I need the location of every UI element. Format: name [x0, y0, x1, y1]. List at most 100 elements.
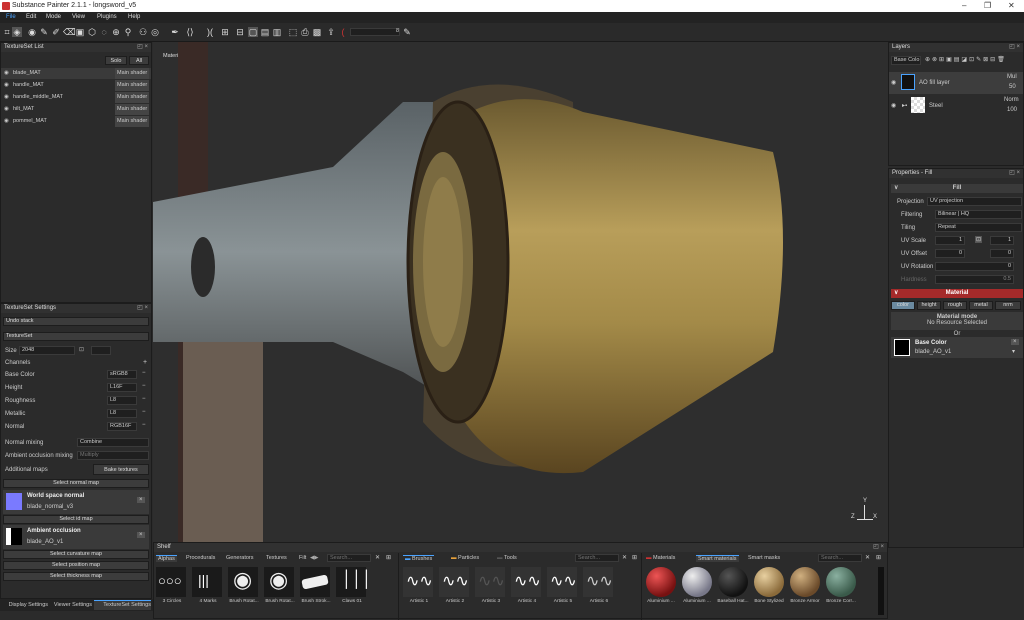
- link-icon[interactable]: ⊡: [975, 236, 983, 243]
- minimize-button[interactable]: –: [962, 1, 966, 10]
- textureset-item[interactable]: ◉ blade_MAT Main shader: [1, 68, 151, 79]
- alpha-thumb[interactable]: ○○○: [156, 567, 186, 597]
- close-button[interactable]: ✕: [1008, 1, 1015, 10]
- folder-icon[interactable]: ▸▪: [902, 102, 907, 109]
- symmetry-icon[interactable]: ⚇: [138, 27, 148, 37]
- tab-smart-masks[interactable]: Smart masks: [748, 555, 780, 561]
- bake-textures-button[interactable]: Bake textures: [93, 464, 149, 475]
- uv-scale-slider-2[interactable]: 1: [990, 236, 1014, 245]
- panel-options-icon[interactable]: ◰ ×: [1009, 43, 1020, 52]
- screenshot-icon[interactable]: ⎙: [300, 27, 310, 37]
- menu-plugins[interactable]: Plugins: [97, 14, 117, 20]
- shader-dropdown[interactable]: Main shader: [115, 104, 150, 115]
- world-space-normal-slot[interactable]: World space normal blade_normal_v3 ×: [3, 490, 149, 514]
- tab-tools[interactable]: ▬ Tools: [497, 555, 517, 561]
- hardness-slider[interactable]: 0.5: [935, 275, 1014, 284]
- tab-materials[interactable]: ▬ Materials: [646, 555, 675, 561]
- channel-format-dropdown[interactable]: L8: [107, 409, 137, 418]
- textureset-item[interactable]: ◉ hilt_MAT Main shader: [1, 104, 151, 115]
- projection-dropdown[interactable]: UV projection: [927, 197, 1022, 206]
- menu-mode[interactable]: Mode: [46, 14, 61, 20]
- material-sphere[interactable]: [790, 567, 820, 597]
- ambient-occlusion-slot[interactable]: Ambient occlusion blade_AO_v1 ×: [3, 525, 149, 549]
- clone-icon[interactable]: ⊕: [111, 27, 121, 37]
- box-icon[interactable]: ⬚: [288, 27, 298, 37]
- channel-dropdown[interactable]: Base Colo: [891, 56, 921, 65]
- eye-icon[interactable]: ◉: [4, 68, 9, 79]
- alpha-thumb[interactable]: |||: [192, 567, 222, 597]
- layer-visibility-icon[interactable]: ◉: [891, 102, 896, 109]
- textureset-item[interactable]: ◉ pommel_MAT Main shader: [1, 116, 151, 127]
- shader-dropdown[interactable]: Main shader: [115, 80, 150, 91]
- textureset-item[interactable]: ◉ handle_middle_MAT Main shader: [1, 92, 151, 103]
- align-icon[interactable]: ⊞: [220, 27, 230, 37]
- layer-tool-icons[interactable]: ⊕⊗⊞▣▤◪⊡✎⊠⊟🗑: [925, 56, 1007, 63]
- alpha-thumb[interactable]: │││: [336, 567, 372, 597]
- menu-file[interactable]: File: [6, 14, 16, 20]
- collapse-icon[interactable]: ∨: [894, 184, 898, 193]
- eye-icon[interactable]: ◉: [4, 92, 9, 103]
- clear-slot-icon[interactable]: ×: [137, 532, 145, 538]
- textureset-item[interactable]: ◉ handle_MAT Main shader: [1, 80, 151, 91]
- tab-textures[interactable]: Textures: [266, 555, 287, 561]
- brush-thumb[interactable]: ∿∿: [547, 567, 577, 597]
- tab-viewer-settings[interactable]: Viewer Settings: [48, 602, 92, 608]
- link-icon[interactable]: ⊡: [79, 346, 84, 353]
- base-color-slot[interactable]: Base Color blade_AO_v1 × ▾: [891, 337, 1023, 358]
- material-sphere[interactable]: [682, 567, 712, 597]
- alpha-thumb[interactable]: [300, 567, 330, 597]
- shelf-scrollbar[interactable]: [878, 567, 884, 615]
- tab-alphas[interactable]: Alphas: [156, 555, 177, 562]
- layer-row[interactable]: ◉ AO fill layer Mul 50: [889, 72, 1023, 94]
- material-sphere[interactable]: [718, 567, 748, 597]
- grid-icon[interactable]: ⊟: [235, 27, 245, 37]
- add-channel-icon[interactable]: +: [143, 359, 147, 366]
- brushes-search-input[interactable]: Search...: [575, 554, 619, 562]
- view-2d-icon[interactable]: ▥: [272, 27, 282, 37]
- filtering-dropdown[interactable]: Bilinear | HQ: [935, 210, 1022, 219]
- size-field-2[interactable]: [91, 346, 111, 355]
- channel-format-dropdown[interactable]: L16F: [107, 383, 137, 392]
- tab-particles[interactable]: ▬ Particles: [451, 555, 479, 561]
- menu-view[interactable]: View: [72, 14, 85, 20]
- record-icon[interactable]: (: [338, 27, 348, 37]
- lazy-mouse-icon[interactable]: ◎: [150, 27, 160, 37]
- tab-brushes[interactable]: ▬ Brushes: [403, 555, 435, 562]
- channel-format-dropdown[interactable]: L8: [107, 396, 137, 405]
- channel-height-button[interactable]: height: [917, 301, 941, 310]
- tab-generators[interactable]: Generators: [226, 555, 254, 561]
- size-dropdown[interactable]: 2048: [19, 346, 75, 355]
- panel-options-icon[interactable]: ◰ ×: [873, 543, 884, 552]
- shader-dropdown[interactable]: Main shader: [115, 92, 150, 103]
- eye-icon[interactable]: ◉: [4, 80, 9, 91]
- brush-thumb[interactable]: ∿∿: [583, 567, 613, 597]
- menu-edit[interactable]: Edit: [26, 14, 36, 20]
- eraser-icon[interactable]: ⌫: [63, 27, 76, 37]
- material-sphere[interactable]: [826, 567, 856, 597]
- remove-channel-icon[interactable]: −: [142, 370, 146, 376]
- ao-mixing-dropdown[interactable]: Multiply: [77, 451, 149, 460]
- tab-procedurals[interactable]: Procedurals: [186, 555, 215, 561]
- channel-format-dropdown[interactable]: RGB16F: [107, 422, 137, 431]
- picker-icon[interactable]: ⚲: [123, 27, 133, 37]
- alphas-search-input[interactable]: Search...: [327, 554, 371, 562]
- channel-rough-button[interactable]: rough: [943, 301, 967, 310]
- material-section-header[interactable]: ∨ Material: [891, 289, 1023, 298]
- maximize-button[interactable]: ❐: [984, 1, 991, 10]
- shader-dropdown[interactable]: Main shader: [115, 68, 150, 79]
- brush-thumb[interactable]: ∿∿: [403, 567, 433, 597]
- layer-opacity[interactable]: 50: [1009, 84, 1016, 90]
- brush-thumb[interactable]: ∿∿: [475, 567, 505, 597]
- undo-stack-button[interactable]: Undo stack: [3, 317, 149, 326]
- tab-smart-materials[interactable]: Smart materials: [696, 555, 739, 562]
- solo-button[interactable]: Solo: [105, 56, 127, 65]
- layer-row[interactable]: ◉ ▸▪ Steel Norm 100: [889, 95, 1023, 117]
- grid-view-icon[interactable]: ⊞: [386, 554, 391, 561]
- mirror-y-icon[interactable]: )(: [205, 27, 215, 37]
- close-search-icon[interactable]: ✕: [622, 554, 627, 561]
- tab-scroll-icon[interactable]: ◀▶: [310, 555, 318, 561]
- alpha-thumb[interactable]: ◉: [228, 567, 258, 597]
- projection-icon[interactable]: ▣: [75, 27, 85, 37]
- smudge-icon[interactable]: ◌: [99, 27, 109, 37]
- channel-color-button[interactable]: color: [891, 301, 915, 310]
